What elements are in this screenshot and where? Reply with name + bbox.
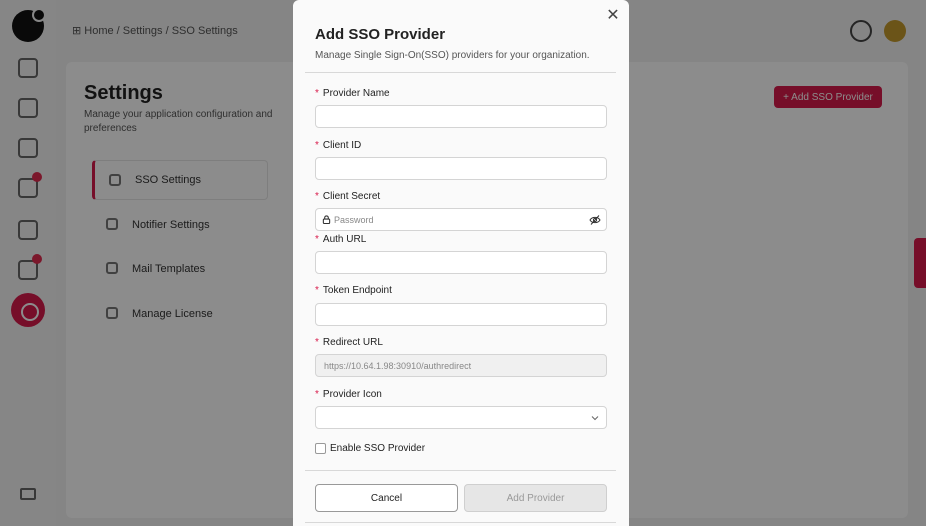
- required-marker: *: [315, 191, 319, 202]
- token-endpoint-label: * Token Endpoint: [315, 285, 392, 296]
- provider-icon-select[interactable]: [315, 406, 607, 429]
- redirect-url-input: [315, 354, 607, 377]
- provider-icon-label: * Provider Icon: [315, 389, 382, 400]
- redirect-url-label: * Redirect URL: [315, 337, 383, 348]
- divider: [305, 72, 616, 73]
- required-marker: *: [315, 140, 319, 151]
- add-sso-provider-modal: ✕ Add SSO Provider Manage Single Sign-On…: [293, 0, 629, 526]
- enable-sso-provider-checkbox[interactable]: [315, 443, 326, 454]
- auth-url-label: * Auth URL: [315, 234, 367, 245]
- enable-sso-provider-label: Enable SSO Provider: [330, 443, 426, 454]
- modal-title: Add SSO Provider: [315, 26, 446, 43]
- provider-name-input[interactable]: [315, 105, 607, 128]
- required-marker: *: [315, 337, 319, 348]
- add-provider-button[interactable]: Add Provider: [464, 484, 607, 512]
- close-icon[interactable]: ✕: [606, 8, 620, 24]
- client-secret-field: [315, 208, 607, 231]
- divider: [305, 522, 616, 523]
- client-id-input[interactable]: [315, 157, 607, 180]
- required-marker: *: [315, 285, 319, 296]
- client-secret-input[interactable]: [334, 209, 584, 230]
- cancel-button[interactable]: Cancel: [315, 484, 458, 512]
- required-marker: *: [315, 88, 319, 99]
- modal-description: Manage Single Sign-On(SSO) providers for…: [315, 50, 590, 61]
- token-endpoint-input[interactable]: [315, 303, 607, 326]
- lock-icon: [322, 215, 331, 224]
- divider: [305, 470, 616, 471]
- required-marker: *: [315, 389, 319, 400]
- auth-url-input[interactable]: [315, 251, 607, 274]
- client-id-label: * Client ID: [315, 140, 362, 151]
- eye-off-icon[interactable]: [589, 214, 601, 226]
- required-marker: *: [315, 234, 319, 245]
- chevron-down-icon: [591, 416, 599, 421]
- enable-sso-provider-row[interactable]: Enable SSO Provider: [315, 443, 425, 454]
- client-secret-label: * Client Secret: [315, 191, 381, 202]
- provider-name-label: * Provider Name: [315, 88, 390, 99]
